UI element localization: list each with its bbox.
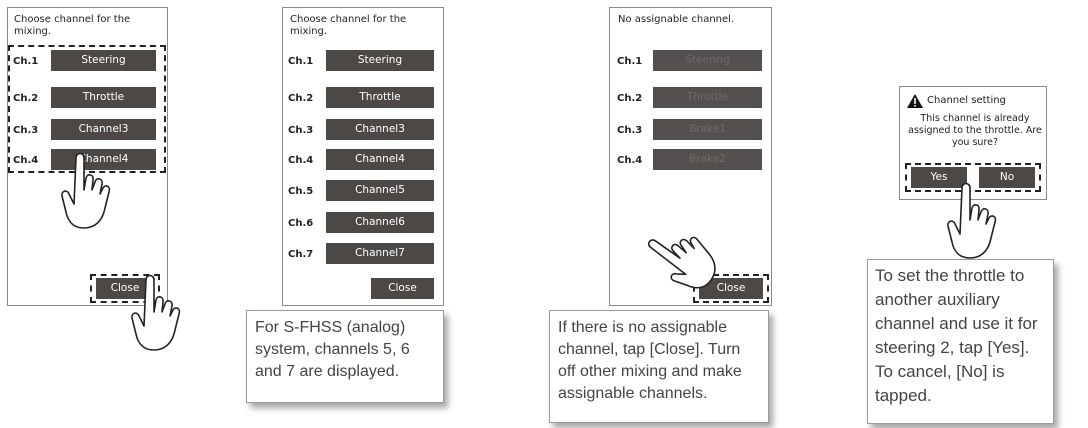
channel-button-ch4-disabled: Brake2 — [653, 149, 762, 170]
screen-title: Choose channel for the mixing. — [14, 14, 131, 37]
channel-label: Ch.3 — [13, 125, 39, 136]
note-s-fhss: For S-FHSS (analog) system, channels 5, … — [246, 310, 444, 403]
channel-button-ch2[interactable]: Throttle — [326, 87, 434, 108]
note-no-assignable: If there is no assignable channel, tap [… — [549, 310, 769, 423]
channel-label: Ch.1 — [13, 56, 39, 67]
channel-button-ch1[interactable]: Steering — [51, 50, 156, 71]
channel-button-ch7[interactable]: Channel7 — [326, 243, 434, 264]
tap-hand-icon — [61, 152, 111, 229]
tap-hand-icon — [131, 274, 181, 351]
channel-label: Ch.2 — [288, 93, 314, 104]
channel-button-ch3[interactable]: Channel3 — [326, 119, 434, 140]
channel-button-ch1-disabled: Steering — [653, 50, 762, 71]
channel-button-ch1[interactable]: Steering — [326, 50, 434, 71]
tap-hand-icon — [947, 182, 997, 259]
channel-label: Ch.2 — [617, 93, 643, 104]
tap-hand-icon — [647, 236, 716, 289]
channel-label: Ch.4 — [617, 155, 643, 166]
warning-triangle-icon — [907, 94, 923, 108]
close-button[interactable]: Close — [371, 278, 434, 299]
screen-title: Choose channel for the mixing. — [290, 14, 407, 37]
channel-label: Ch.1 — [288, 56, 314, 67]
channel-button-ch6[interactable]: Channel6 — [326, 212, 434, 233]
channel-label: Ch.5 — [288, 186, 314, 197]
note-dialog: To set the throttle to another auxiliary… — [867, 259, 1054, 424]
dialog-message: This channel is already assigned to the … — [908, 113, 1042, 148]
channel-button-ch3[interactable]: Channel3 — [51, 119, 156, 140]
channel-button-ch4[interactable]: Channel4 — [326, 149, 434, 170]
dialog-title: Channel setting — [927, 95, 1006, 106]
channel-label: Ch.7 — [288, 249, 314, 260]
channel-label: Ch.3 — [617, 125, 643, 136]
channel-button-ch5[interactable]: Channel5 — [326, 180, 434, 201]
screen-title: No assignable channel. — [618, 14, 735, 25]
channel-label: Ch.6 — [288, 218, 314, 229]
channel-label: Ch.3 — [288, 125, 314, 136]
channel-button-ch2[interactable]: Throttle — [51, 87, 156, 108]
channel-label: Ch.4 — [13, 155, 39, 166]
channel-button-ch3-disabled: Brake1 — [653, 119, 762, 140]
screen-choose-channel-7ch: Choose channel for the mixing. Ch.1 Stee… — [282, 7, 444, 306]
channel-label: Ch.4 — [288, 155, 314, 166]
channel-label: Ch.1 — [617, 56, 643, 67]
channel-label: Ch.2 — [13, 93, 39, 104]
channel-button-ch2-disabled: Throttle — [653, 87, 762, 108]
